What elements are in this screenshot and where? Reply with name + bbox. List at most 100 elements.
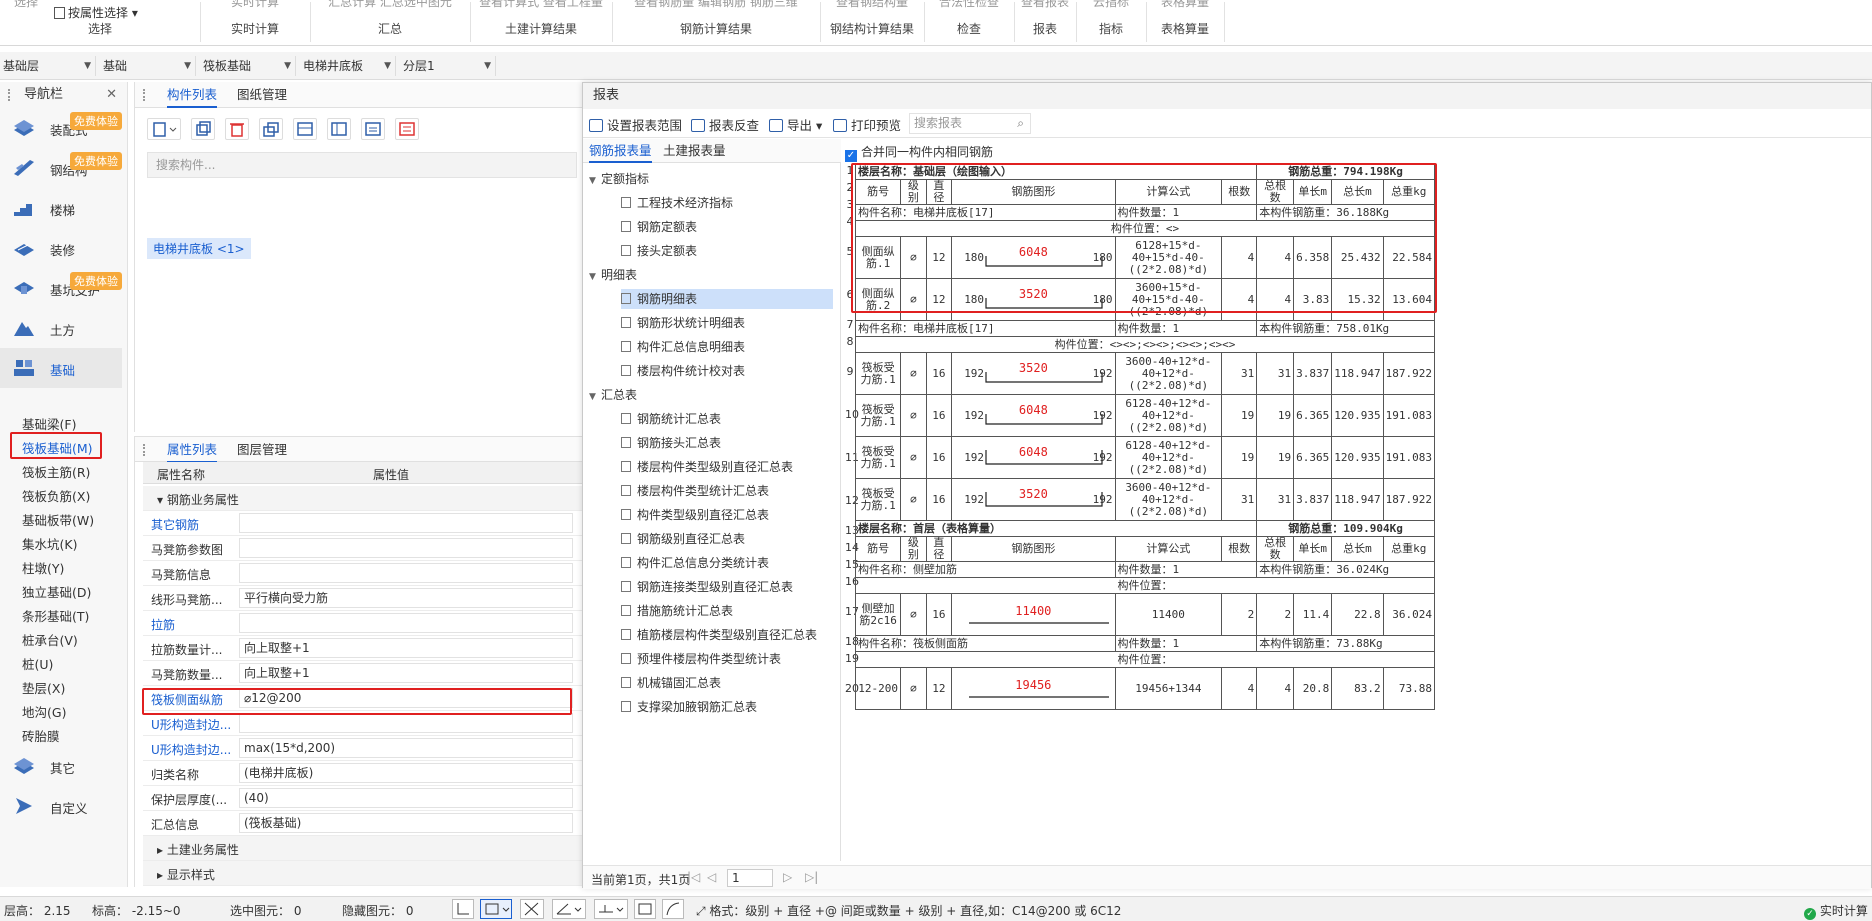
tree-item[interactable]: 钢筋统计汇总表 (621, 409, 833, 429)
layer-dropdown[interactable]: 分层1 ▼ (400, 56, 496, 76)
sub-item-foundation-beam[interactable]: 基础梁(F) (22, 414, 76, 433)
type-dropdown[interactable]: 筏板基础 ▼ (200, 56, 296, 76)
property-value-input[interactable] (239, 613, 573, 633)
tree-item[interactable]: 机械锚固汇总表 (621, 673, 833, 693)
tree-item[interactable]: 预埋件楼层构件类型统计表 (621, 649, 833, 669)
tree-item[interactable]: 构件汇总信息分类统计表 (621, 553, 833, 573)
chevron-down-icon[interactable]: ▼ (589, 171, 601, 191)
ribbon-group-report[interactable]: 查看报表 报表 (1014, 0, 1076, 45)
sub-item-raft-main-rebar[interactable]: 筏板主筋(R) (22, 462, 90, 481)
property-group-civil[interactable]: ▸ 土建业务属性 (143, 836, 583, 861)
tree-group[interactable]: ▼ 明细表 (589, 265, 837, 285)
set-report-range-button[interactable]: 设置报表范围 (589, 115, 682, 134)
ribbon-group-check[interactable]: 合法性检查 检查 (924, 0, 1014, 45)
select-by-attr-button[interactable]: 按属性选择 ▾ (54, 4, 138, 21)
component-dropdown[interactable]: 电梯井底板 ▼ (300, 56, 396, 76)
tree-item[interactable]: 楼层构件统计校对表 (621, 361, 833, 381)
ribbon-group-steel[interactable]: 查看钢结构量 钢结构计算结果 (820, 0, 924, 45)
drag-handle-icon[interactable] (143, 89, 147, 101)
delete-button[interactable] (225, 118, 249, 140)
print-preview-button[interactable]: 打印预览 (833, 115, 901, 134)
nav-item-custom[interactable]: 自定义 (0, 786, 122, 826)
property-value-input[interactable] (239, 713, 573, 733)
component-item-elevator-pit[interactable]: 电梯井底板 <1> (147, 238, 251, 259)
nav-item-foundation[interactable]: 基础 (0, 348, 122, 388)
property-group-rebar[interactable]: ▾ 钢筋业务属性 (143, 486, 583, 511)
nav-item-earthwork[interactable]: 土方 (0, 308, 122, 348)
category-dropdown[interactable]: 基础 ▼ (100, 56, 196, 76)
nav-item-prefab[interactable]: 装配式 免费体验 (0, 108, 122, 148)
tab-layer-manage[interactable]: 图层管理 (237, 437, 287, 463)
ribbon-group-civil[interactable]: 查看计算式 查看工程量 土建计算结果 (470, 0, 612, 45)
report-search-input[interactable]: 搜索报表 ⌕ (909, 113, 1031, 134)
chevron-down-icon[interactable]: ▼ (589, 387, 601, 407)
tree-item[interactable]: 构件汇总信息明细表 (621, 337, 833, 357)
cross-toggle[interactable] (520, 899, 544, 919)
filter-button[interactable] (293, 118, 317, 140)
sub-item-isolated-foundation[interactable]: 独立基础(D) (22, 582, 91, 601)
sort-button[interactable] (327, 118, 351, 140)
next-page-icon[interactable]: ▷ (783, 870, 792, 884)
sub-item-brick-mold[interactable]: 砖胎膜 (22, 726, 60, 745)
drag-handle-icon[interactable] (8, 89, 12, 101)
ribbon-group-top[interactable]: 查看钢筋量 编辑钢筋 钢筋三维 (612, 0, 820, 10)
property-group-display[interactable]: ▸ 显示样式 (143, 861, 583, 886)
sub-item-cushion[interactable]: 垫层(X) (22, 678, 65, 697)
angle-toggle[interactable] (552, 899, 586, 919)
nav-item-decoration[interactable]: 装修 (0, 228, 122, 268)
tree-item[interactable]: 钢筋级别直径汇总表 (621, 529, 833, 549)
ribbon-group-top[interactable]: 查看报表 (1014, 0, 1076, 10)
ribbon-group-top[interactable]: 表格算量 (1146, 0, 1224, 10)
ribbon-group-select[interactable]: 选择 按属性选择 ▾ 选择 (0, 0, 200, 45)
new-component-button[interactable] (147, 118, 181, 140)
ribbon-group-top[interactable]: 合法性检查 (924, 0, 1014, 10)
tab-rebar-report[interactable]: 钢筋报表量 (589, 139, 652, 163)
sub-item-trench[interactable]: 地沟(G) (22, 702, 66, 721)
ribbon-group-table[interactable]: 表格算量 表格算量 (1146, 0, 1224, 45)
sub-item-pile-cap[interactable]: 桩承台(V) (22, 630, 78, 649)
sub-item-column-pier[interactable]: 柱墩(Y) (22, 558, 64, 577)
sub-item-pile[interactable]: 桩(U) (22, 654, 53, 673)
ribbon-group-top[interactable]: 汇总计算 汇总选中图元 (310, 0, 470, 10)
select-mode-toggle[interactable] (480, 899, 512, 919)
close-icon[interactable]: ✕ (106, 82, 117, 108)
tree-item[interactable]: 构件类型级别直径汇总表 (621, 505, 833, 525)
chevron-down-icon[interactable]: ▼ (589, 267, 601, 287)
property-value-input[interactable]: max(15*d,200) (239, 738, 573, 758)
last-page-icon[interactable]: ▷| (805, 870, 818, 884)
nav-item-other[interactable]: 其它 (0, 746, 122, 786)
ribbon-group-summary[interactable]: 汇总计算 汇总选中图元 汇总 (310, 0, 470, 45)
ribbon-group-top[interactable]: 查看钢结构量 (820, 0, 924, 10)
ribbon-group-rebar[interactable]: 查看钢筋量 编辑钢筋 钢筋三维 钢筋计算结果 (612, 0, 820, 45)
property-value-input[interactable] (239, 538, 573, 558)
layer-copy-button[interactable] (259, 118, 283, 140)
floor-dropdown[interactable]: 基础层 ▼ (0, 56, 96, 76)
nav-item-stairs[interactable]: 楼梯 (0, 188, 122, 228)
first-page-icon[interactable]: |◁ (687, 870, 700, 884)
property-value-input[interactable]: (40) (239, 788, 573, 808)
tree-item[interactable]: 工程技术经济指标 (621, 193, 833, 213)
ortho-toggle[interactable] (452, 899, 474, 919)
checkbox-checked-icon[interactable]: ✓ (845, 150, 857, 162)
tree-group[interactable]: ▼ 定额指标 (589, 169, 837, 189)
export-button[interactable]: 导出 ▾ (769, 115, 822, 134)
sub-item-sump[interactable]: 集水坑(K) (22, 534, 77, 553)
ribbon-group-top[interactable]: 云指标 (1076, 0, 1146, 10)
tree-item[interactable]: 钢筋明细表 (621, 289, 833, 309)
ribbon-group-top[interactable]: 实时计算 (200, 0, 310, 10)
tab-component-list[interactable]: 构件列表 (167, 82, 218, 108)
sub-item-foundation-strip[interactable]: 基础板带(W) (22, 510, 94, 529)
merge-checkbox-row[interactable]: ✓ 合并同一构件内相同钢筋 (845, 143, 993, 162)
property-value-input[interactable]: 平行横向受力筋 (239, 588, 573, 608)
copy-button[interactable] (191, 118, 215, 140)
page-input[interactable]: 1 (727, 869, 773, 887)
arc-toggle[interactable] (662, 899, 684, 919)
tree-item[interactable]: 接头定额表 (621, 241, 833, 261)
properties-button[interactable] (395, 118, 419, 140)
report-lookup-button[interactable]: 报表反查 (691, 115, 759, 134)
property-value-input[interactable] (239, 513, 573, 533)
drag-handle-icon[interactable] (143, 444, 147, 456)
tree-group[interactable]: ▼ 汇总表 (589, 385, 837, 405)
property-value-input[interactable]: (电梯井底板) (239, 763, 573, 783)
tab-civil-report[interactable]: 土建报表量 (663, 139, 726, 163)
